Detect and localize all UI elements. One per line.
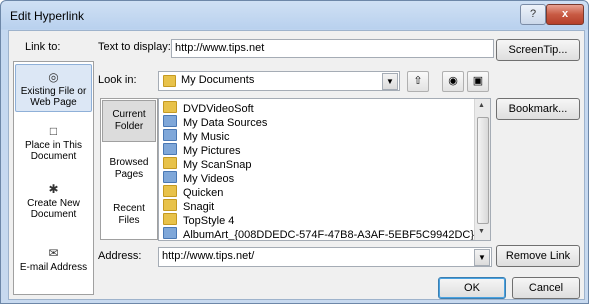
link-to-existing-file-line1: Existing File or	[20, 86, 87, 97]
file-list-scrollbar[interactable]: ▲ ▼	[474, 99, 490, 240]
file-list-item[interactable]: Quicken	[163, 185, 223, 199]
link-to-place-line1: Place in This	[24, 140, 83, 151]
tab-browsed-pages[interactable]: Browsed Pages	[102, 151, 156, 185]
browse-web-button[interactable]: ◉	[442, 71, 464, 92]
tab-browsed-pages-line2: Pages	[114, 169, 144, 180]
look-in-dropdown[interactable]: My Documents ▼	[158, 71, 400, 91]
file-list-item[interactable]: DVDVideoSoft	[163, 101, 254, 115]
side-tabs: Current Folder Browsed Pages Recent File…	[100, 98, 158, 240]
file-name: My Data Sources	[183, 117, 268, 129]
tab-recent-files-line1: Recent	[113, 203, 145, 214]
dialog-title: Edit Hyperlink	[10, 9, 85, 23]
chevron-down-icon[interactable]: ▼	[382, 73, 398, 90]
title-bar[interactable]: Edit Hyperlink ? x	[1, 1, 588, 29]
chevron-down-icon[interactable]: ▼	[474, 249, 490, 266]
data-sources-folder-icon	[163, 115, 177, 127]
file-name: My Videos	[183, 173, 235, 185]
folder-icon	[163, 157, 177, 169]
link-to-create-line2: Document	[30, 209, 77, 220]
folder-icon	[163, 101, 177, 113]
folder-icon	[163, 185, 177, 197]
folder-icon	[163, 75, 176, 87]
file-list-item[interactable]: Snagit	[163, 199, 214, 213]
file-list-item[interactable]: My Videos	[163, 171, 234, 185]
bookmark-button[interactable]: Bookmark...	[496, 98, 580, 120]
cancel-button[interactable]: Cancel	[512, 277, 580, 299]
file-list-item[interactable]: My Data Sources	[163, 115, 267, 129]
up-folder-icon: ⇧	[413, 75, 423, 87]
globe-page-icon: ◎	[48, 70, 59, 84]
file-name: Quicken	[183, 187, 224, 199]
file-name: TopStyle 4	[183, 215, 235, 227]
tab-current-folder[interactable]: Current Folder	[102, 100, 156, 142]
link-to-create-new-document[interactable]: ✱ Create New Document	[15, 183, 92, 229]
tab-recent-files-line2: Files	[118, 215, 140, 226]
file-list-item[interactable]: AlbumArt_{008DDEDC-574F-47B8-A3AF-5EBF5C…	[163, 227, 487, 241]
link-to-bar: ◎ Existing File or Web Page □ Place in T…	[13, 61, 94, 295]
text-to-display-input[interactable]: http://www.tips.net	[171, 39, 494, 58]
folder-icon	[163, 213, 177, 225]
file-list: DVDVideoSoft My Data Sources My Music My…	[158, 98, 491, 241]
file-name: AlbumArt_{008DDEDC-574F-47B8-A3AF-5EBF5C…	[183, 229, 487, 241]
file-list-item[interactable]: My ScanSnap	[163, 157, 251, 171]
file-name: DVDVideoSoft	[183, 103, 254, 115]
link-to-label: Link to:	[25, 41, 61, 53]
ok-button[interactable]: OK	[438, 277, 506, 299]
link-to-create-line1: Create New	[27, 198, 80, 209]
up-one-folder-button[interactable]: ⇧	[407, 71, 429, 92]
music-folder-icon	[163, 129, 177, 141]
folder-icon	[163, 199, 177, 211]
link-to-place-in-document[interactable]: □ Place in This Document	[15, 125, 92, 171]
address-combo[interactable]: http://www.tips.net/ ▼	[158, 247, 492, 267]
tab-current-folder-line1: Current	[112, 109, 146, 120]
address-label: Address:	[98, 250, 142, 262]
tab-recent-files[interactable]: Recent Files	[102, 197, 156, 231]
new-document-icon: ✱	[48, 182, 59, 196]
tab-current-folder-line2: Folder	[114, 121, 144, 132]
link-to-place-line2: Document	[30, 151, 77, 162]
screentip-button[interactable]: ScreenTip...	[496, 39, 580, 61]
link-to-existing-file[interactable]: ◎ Existing File or Web Page	[15, 64, 92, 112]
link-to-existing-file-line2: Web Page	[30, 97, 77, 108]
browse-file-button[interactable]: ▣	[467, 71, 489, 92]
remove-link-button[interactable]: Remove Link	[496, 245, 580, 267]
open-folder-icon: ▣	[472, 75, 484, 87]
look-in-value: My Documents	[181, 74, 255, 86]
scrollbar-thumb[interactable]	[477, 117, 489, 224]
globe-search-icon: ◉	[448, 75, 458, 87]
look-in-label: Look in:	[98, 74, 137, 86]
close-button[interactable]: x	[546, 4, 584, 25]
dialog-body: Link to: ◎ Existing File or Web Page □ P…	[8, 30, 585, 300]
scroll-up-arrow-icon[interactable]: ▲	[478, 102, 485, 109]
link-to-email-line1: E-mail Address	[19, 262, 88, 273]
file-name: Snagit	[183, 201, 215, 213]
pictures-folder-icon	[163, 143, 177, 155]
videos-folder-icon	[163, 171, 177, 183]
edit-hyperlink-dialog: Edit Hyperlink ? x Link to: ◎ Existing F…	[0, 0, 589, 304]
image-file-icon	[163, 227, 177, 239]
tab-browsed-pages-line1: Browsed	[109, 157, 149, 168]
file-list-item[interactable]: TopStyle 4	[163, 213, 234, 227]
file-list-item[interactable]: My Music	[163, 129, 229, 143]
file-name: My Music	[183, 131, 230, 143]
file-list-item[interactable]: My Pictures	[163, 143, 240, 157]
file-name: My Pictures	[183, 145, 241, 157]
text-to-display-label: Text to display:	[98, 41, 171, 53]
link-to-email-address[interactable]: ✉ E-mail Address	[15, 247, 92, 287]
address-value[interactable]: http://www.tips.net/	[162, 250, 254, 262]
file-name: My ScanSnap	[183, 159, 252, 171]
place-in-document-icon: □	[49, 124, 58, 138]
email-icon: ✉	[48, 246, 59, 260]
help-button[interactable]: ?	[520, 4, 546, 25]
scroll-down-arrow-icon[interactable]: ▼	[478, 228, 485, 235]
